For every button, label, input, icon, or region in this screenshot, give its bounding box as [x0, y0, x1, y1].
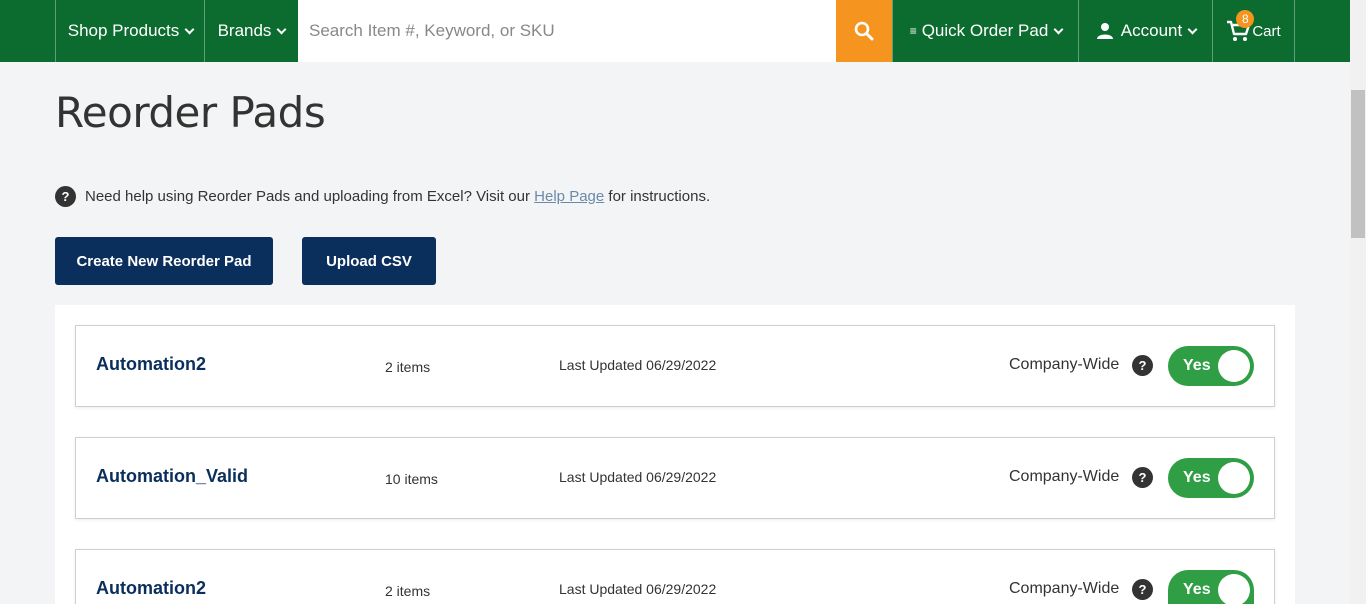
cart-wrap: 8 Cart — [1226, 10, 1281, 42]
shop-products-label: Shop Products — [67, 21, 180, 40]
company-wide-toggle[interactable]: Yes — [1168, 458, 1254, 498]
company-wide-label: Company-Wide — [1009, 356, 1120, 373]
reorder-pad-card: Automation2 2 items Last Updated 06/29/2… — [75, 325, 1275, 407]
toggle-knob — [1218, 350, 1250, 382]
reorder-pad-last-updated: Last Updated 06/29/2022 — [559, 581, 717, 597]
toggle-knob — [1218, 462, 1250, 494]
list-icon: ≡ — [909, 24, 917, 38]
chevron-down-icon — [1187, 24, 1198, 34]
reorder-pad-name[interactable]: Automation2 — [96, 354, 206, 375]
company-wide-toggle[interactable]: Yes — [1168, 346, 1254, 386]
chevron-down-icon — [1053, 24, 1064, 34]
user-icon — [1096, 23, 1113, 39]
account-menu[interactable]: Account — [1078, 0, 1213, 62]
toggle-knob — [1218, 574, 1250, 604]
chevron-down-icon — [184, 24, 195, 34]
help-page-link[interactable]: Help Page — [534, 188, 604, 205]
shop-products-menu[interactable]: Shop Products — [55, 0, 205, 62]
reorder-pad-name[interactable]: Automation_Valid — [96, 466, 248, 487]
help-text-prefix: Need help using Reorder Pads and uploadi… — [85, 188, 530, 205]
upload-csv-button[interactable]: Upload CSV — [302, 237, 436, 285]
company-wide-toggle[interactable]: Yes — [1168, 570, 1254, 604]
toggle-label: Yes — [1183, 469, 1211, 486]
scrollbar-thumb[interactable] — [1351, 90, 1365, 238]
toggle-label: Yes — [1183, 357, 1211, 374]
question-icon[interactable]: ? — [1132, 355, 1153, 376]
search-icon — [854, 21, 874, 41]
top-navbar: Shop Products Brands ≡ Quick Order Pad A… — [0, 0, 1350, 62]
company-wide-label: Company-Wide — [1009, 468, 1120, 485]
toggle-label: Yes — [1183, 581, 1211, 598]
create-new-reorder-pad-button[interactable]: Create New Reorder Pad — [55, 237, 273, 285]
reorder-pad-card: Automation2 2 items Last Updated 06/29/2… — [75, 549, 1275, 604]
question-icon[interactable]: ? — [1132, 579, 1153, 600]
reorder-pad-name[interactable]: Automation2 — [96, 578, 206, 599]
help-text-suffix: for instructions. — [608, 188, 711, 205]
cart-label: Cart — [1252, 22, 1281, 40]
reorder-pad-item-count: 2 items — [385, 359, 431, 375]
help-text: Need help using Reorder Pads and uploadi… — [85, 188, 710, 205]
question-icon: ? — [55, 186, 76, 207]
chevron-down-icon — [276, 24, 287, 34]
search-button[interactable] — [836, 0, 892, 62]
search-input[interactable] — [298, 0, 836, 62]
help-row: ? Need help using Reorder Pads and uploa… — [55, 186, 710, 207]
reorder-pad-card: Automation_Valid 10 items Last Updated 0… — [75, 437, 1275, 519]
question-icon[interactable]: ? — [1132, 467, 1153, 488]
reorder-pad-item-count: 10 items — [385, 471, 438, 487]
reorder-pad-last-updated: Last Updated 06/29/2022 — [559, 469, 717, 485]
company-wide-label: Company-Wide — [1009, 580, 1120, 597]
account-label: Account — [1120, 21, 1183, 40]
brands-menu[interactable]: Brands — [204, 0, 298, 62]
quick-order-pad-menu[interactable]: ≡ Quick Order Pad — [892, 0, 1079, 62]
reorder-pad-last-updated: Last Updated 06/29/2022 — [559, 357, 717, 373]
quick-order-pad-label: Quick Order Pad — [921, 21, 1049, 40]
brands-label: Brands — [217, 21, 272, 40]
page-title: Reorder Pads — [55, 88, 326, 137]
cart-button[interactable]: 8 Cart — [1212, 0, 1295, 62]
reorder-pad-item-count: 2 items — [385, 583, 431, 599]
